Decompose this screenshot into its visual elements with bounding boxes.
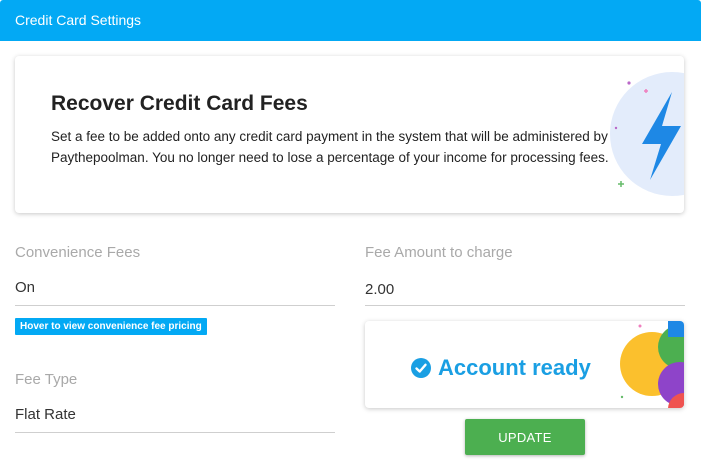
fee-recovery-banner: Recover Credit Card Fees Set a fee to be… [15, 56, 684, 213]
account-status-text: Account ready [438, 355, 591, 380]
lightning-bolt-icon [610, 72, 684, 196]
fee-amount-label: Fee Amount to charge [365, 244, 513, 261]
account-status-card: Account ready [365, 321, 684, 408]
convenience-fees-underline [15, 305, 335, 306]
decorative-circles-icon [620, 321, 684, 408]
settings-header: Credit Card Settings [0, 0, 701, 41]
banner-heading: Recover Credit Card Fees [51, 92, 308, 115]
fee-type-field[interactable]: Flat Rate [15, 406, 76, 423]
fee-amount-field[interactable]: 2.00 [365, 281, 394, 298]
header-title: Credit Card Settings [15, 12, 142, 28]
account-status: Account ready [411, 355, 591, 381]
banner-description: Set a fee to be added onto any credit ca… [51, 129, 609, 165]
fee-type-underline [15, 432, 335, 433]
fee-amount-underline [365, 305, 685, 306]
fee-pricing-hint[interactable]: Hover to view convenience fee pricing [15, 318, 207, 335]
fee-type-label: Fee Type [15, 371, 78, 388]
update-button[interactable]: UPDATE [465, 419, 585, 455]
check-circle-icon [411, 358, 431, 378]
convenience-fees-label: Convenience Fees [15, 244, 141, 261]
convenience-fees-field[interactable]: On [15, 279, 35, 296]
